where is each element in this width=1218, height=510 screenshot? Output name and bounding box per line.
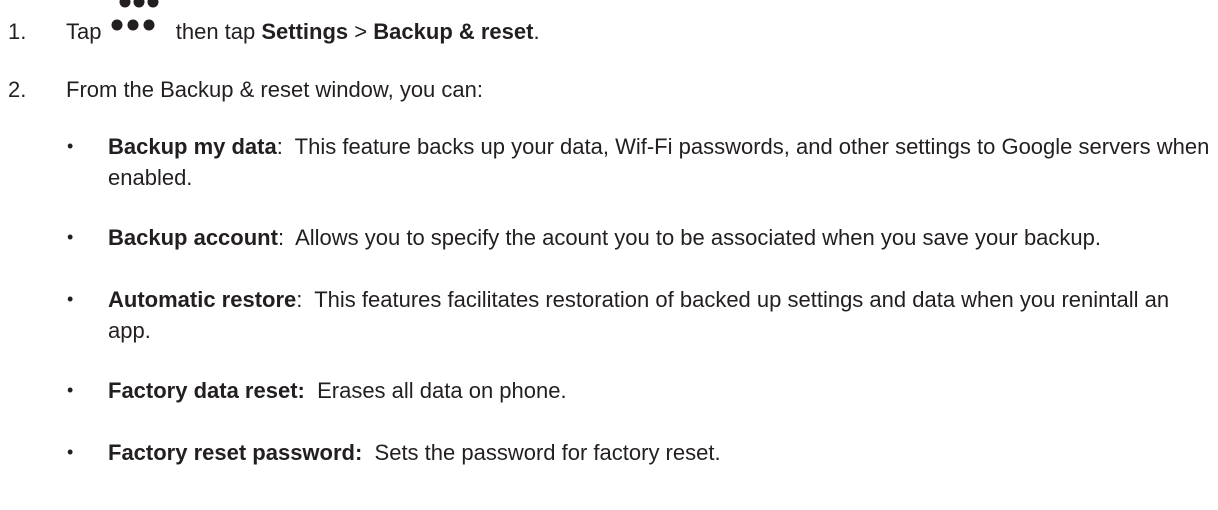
step-number: 2. [8, 77, 27, 102]
list-item-body: Backup my data: This feature backs up yo… [108, 131, 1213, 193]
path-separator: > [354, 19, 368, 44]
backup-reset-label: Backup & reset [373, 19, 534, 44]
item-term: Factory reset password: [108, 440, 363, 465]
list-item-body: Factory reset password: Sets the passwor… [108, 437, 1213, 468]
list-item-body: Backup account: Allows you to specify th… [108, 222, 1213, 253]
step-end: . [533, 19, 540, 44]
item-term: Backup my data [108, 134, 277, 159]
item-term: Factory data reset: [108, 378, 305, 403]
bullet-mark: • [67, 289, 74, 309]
bullet-mark: • [67, 227, 74, 247]
step-text: From the Backup & reset window, you can: [66, 77, 483, 102]
settings-label: Settings [261, 19, 349, 44]
bullet-mark: • [67, 136, 74, 156]
item-desc: Allows you to specify the acount you to … [284, 225, 1101, 250]
step-middle: then tap [175, 19, 256, 44]
bullet-mark: • [67, 442, 74, 462]
step-number: 1. [8, 19, 27, 44]
item-term: Backup account [108, 225, 278, 250]
item-desc: Erases all data on phone. [304, 378, 567, 403]
three-dots-menu-icon [109, 0, 169, 39]
item-desc: Sets the password for factory reset. [362, 440, 721, 465]
step-prefix: Tap [66, 19, 102, 44]
item-term: Automatic restore [108, 287, 297, 312]
bullet-mark: • [67, 380, 74, 400]
list-item-body: Automatic restore: This features facilit… [108, 284, 1213, 346]
list-item-body: Factory data reset: Erases all data on p… [108, 375, 1213, 406]
step-text: Tap then tap Settings > Backup & reset. [66, 0, 540, 47]
